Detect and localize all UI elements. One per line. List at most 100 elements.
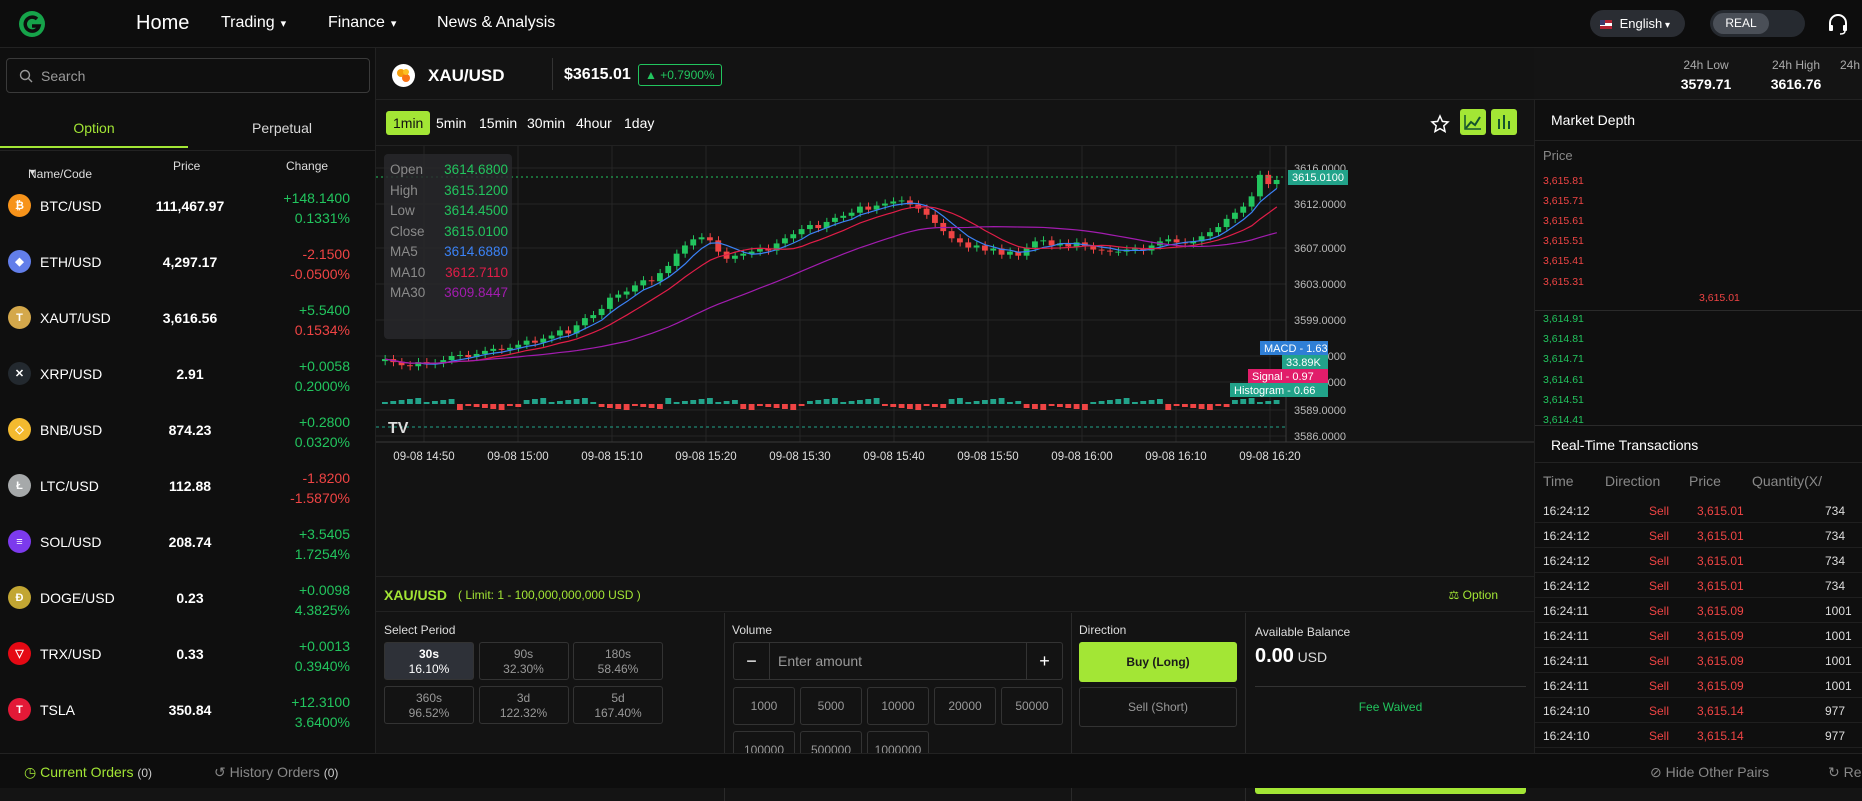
line-chart-button[interactable]: [1460, 109, 1486, 135]
tx-price: 3,615.14: [1697, 704, 1744, 718]
period-option-time: 90s: [513, 647, 534, 661]
macd-bar: [1232, 400, 1238, 404]
asset-row[interactable]: ▽ TRX/USD 0.33 +0.0013 0.3940%: [0, 626, 376, 682]
x-tick-label: 09-08 15:00: [487, 451, 548, 463]
candlestick-chart[interactable]: 3616.00003612.00003607.00003603.00003599…: [376, 146, 1534, 576]
macd-bar: [748, 404, 755, 410]
macd-bar: [1140, 401, 1147, 404]
period-15min[interactable]: 15min: [472, 111, 524, 135]
account-mode-toggle[interactable]: REAL: [1710, 10, 1805, 37]
period-option-payout: 32.30%: [503, 662, 544, 676]
decrease-button[interactable]: −: [734, 643, 770, 679]
period-option[interactable]: 30s 16.10%: [384, 642, 474, 680]
macd-bar: [990, 399, 997, 404]
period-option[interactable]: 90s 32.30%: [478, 642, 569, 680]
asset-row[interactable]: ◇ BNB/USD 874.23 +0.2800 0.0320%: [0, 402, 376, 458]
nav-home[interactable]: Home: [136, 12, 189, 35]
mid-price: 3,615.01: [1699, 292, 1740, 304]
amount-preset[interactable]: 1000: [733, 687, 795, 725]
candle: [948, 231, 955, 239]
coin-glyph: ◆: [15, 256, 24, 268]
coin-glyph: ◇: [15, 424, 24, 436]
macd-bar: [940, 404, 947, 408]
ohlc-row: MA10 3612.7110: [390, 265, 508, 280]
asset-row[interactable]: ≡ SOL/USD 208.74 +3.5405 1.7254%: [0, 514, 376, 570]
asset-name: TRX/USD: [40, 646, 102, 662]
balance-value: 0.00: [1255, 645, 1294, 667]
increase-button[interactable]: +: [1026, 643, 1062, 679]
logo-icon[interactable]: [18, 10, 46, 38]
amount-preset[interactable]: 10000: [867, 687, 929, 725]
amount-input[interactable]: [778, 643, 1018, 679]
tab-perpetual[interactable]: Perpetual: [188, 108, 376, 148]
language-selector[interactable]: English ▾: [1590, 10, 1685, 37]
period-4hour[interactable]: 4hour: [569, 111, 619, 135]
macd-bar: [1165, 404, 1172, 410]
search-box[interactable]: [6, 58, 370, 93]
period-30min[interactable]: 30min: [520, 111, 572, 135]
candle: [648, 280, 655, 282]
price-chart[interactable]: 3616.0000 3612.0000 3607.0000 3603.0000 3599…: [376, 146, 1534, 576]
ohlc-value: 3614.6800: [444, 162, 508, 177]
search-input[interactable]: [41, 59, 361, 92]
period-1min[interactable]: 1min: [386, 111, 431, 135]
candle: [698, 237, 705, 240]
macd-bar: [823, 399, 830, 404]
period-option[interactable]: 3d 122.32%: [478, 686, 569, 724]
period-5min[interactable]: 5min: [429, 111, 473, 135]
candle: [490, 348, 497, 351]
candle: [615, 294, 622, 298]
solana-icon: ≡: [8, 530, 31, 553]
candle: [932, 214, 938, 223]
asset-price: 3,616.56: [162, 310, 218, 326]
asset-list-panel: Option Perpetual Name/Code ▼ Price Chang…: [0, 48, 376, 753]
select-period-label: Select Period: [384, 623, 456, 637]
candle: [882, 203, 888, 206]
x-tick-label: 09-08 15:20: [675, 451, 736, 463]
refresh-button[interactable]: ↻ Re: [1828, 764, 1862, 781]
stat-24h-high: 24h High 3616.76: [1756, 58, 1836, 92]
transaction-row: 16:24:12 Sell 3,615.01 734: [1535, 498, 1862, 523]
period-option[interactable]: 360s 96.52%: [384, 686, 474, 724]
tx-quantity-header: Quantity(X/: [1752, 473, 1823, 489]
amount-preset[interactable]: 20000: [934, 687, 996, 725]
period-option[interactable]: 5d 167.40%: [573, 686, 663, 724]
nav-finance[interactable]: Finance ▾: [328, 14, 396, 32]
indicator-button[interactable]: [1491, 109, 1517, 135]
nav-news[interactable]: News & Analysis: [437, 14, 555, 32]
candle: [632, 285, 638, 292]
macd-bar: [782, 404, 788, 409]
hide-other-pairs-toggle[interactable]: ⊘ Hide Other Pairs: [1650, 764, 1769, 781]
asset-row[interactable]: ₿ BTC/USD 111,467.97 +148.1400 0.1331%: [0, 178, 376, 234]
headset-icon[interactable]: [1826, 12, 1850, 36]
current-orders-tab[interactable]: ◷ Current Orders (0): [24, 764, 152, 781]
star-icon[interactable]: [1430, 114, 1450, 134]
asset-row[interactable]: Ð DOGE/USD 0.23 +0.0098 4.3825%: [0, 570, 376, 626]
macd-bar: [707, 398, 713, 404]
asset-change: +0.0058 0.2000%: [260, 356, 350, 396]
history-orders-tab[interactable]: ↺ History Orders (0): [214, 764, 338, 781]
sell-short-button[interactable]: Sell (Short): [1079, 687, 1237, 727]
period-option[interactable]: 180s 58.46%: [573, 642, 663, 680]
bid-price: 3,614.71: [1543, 353, 1584, 366]
macd-bar: [390, 401, 397, 404]
nav-trading[interactable]: Trading ▾: [221, 14, 286, 32]
asset-row[interactable]: Ł LTC/USD 112.88 -1.8200 -1.5870%: [0, 458, 376, 514]
buy-long-button[interactable]: Buy (Long): [1079, 642, 1237, 682]
macd-bar: [1215, 404, 1222, 406]
symbol-name: XAU/USD: [428, 66, 505, 85]
asset-row[interactable]: ◆ ETH/USD 4,297.17 -2.1500 -0.0500%: [0, 234, 376, 290]
asset-row[interactable]: T XAUT/USD 3,616.56 +5.5400 0.1534%: [0, 290, 376, 346]
volume-stepper[interactable]: − +: [733, 642, 1063, 680]
macd-bar: [440, 400, 447, 404]
amount-preset[interactable]: 50000: [1001, 687, 1063, 725]
asset-row[interactable]: ✕ XRP/USD 2.91 +0.0058 0.2000%: [0, 346, 376, 402]
tab-option[interactable]: Option: [0, 108, 188, 148]
amount-preset[interactable]: 5000: [800, 687, 862, 725]
option-mode-link[interactable]: ⚖ Option: [1449, 588, 1498, 602]
macd-bar: [448, 399, 455, 404]
macd-bar: [1273, 400, 1280, 404]
asset-row[interactable]: T TSLA 350.84 +12.3100 3.6400%: [0, 682, 376, 738]
macd-bar: [1082, 404, 1088, 410]
period-1day[interactable]: 1day: [617, 111, 661, 135]
